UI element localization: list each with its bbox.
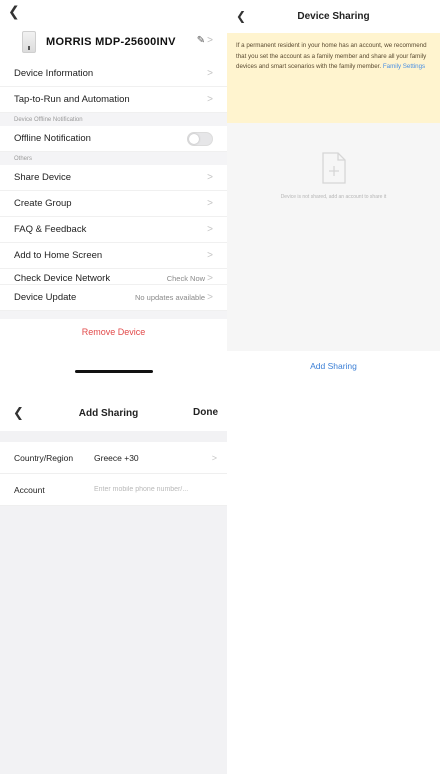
row-label: Add to Home Screen [14, 250, 103, 261]
offline-notification-toggle[interactable] [187, 131, 213, 146]
country-region-row[interactable]: Country/Region Greece +30 > [0, 442, 227, 474]
country-label: Country/Region [14, 452, 74, 463]
back-chevron-icon[interactable]: ❮ [13, 405, 24, 421]
row-label: Tap-to-Run and Automation [14, 94, 130, 105]
device-sharing-screen: ❮ Device Sharing If a permanent resident… [227, 0, 440, 380]
nav-bar: ❮ Device Sharing [227, 0, 440, 33]
row-device-information[interactable]: Device Information > [0, 61, 227, 87]
done-button[interactable]: Done [193, 407, 218, 418]
add-sharing-screen: ❮ Add Sharing Done Country/Region Greece… [0, 395, 227, 774]
row-label: FAQ & Feedback [14, 224, 87, 235]
add-sharing-button[interactable]: Add Sharing [227, 351, 440, 380]
row-value: No updates available > [135, 292, 213, 303]
device-settings-screen: ❮ MORRIS MDP-25600INV ✎ > Device Informat… [0, 0, 227, 380]
settings-list: Device Information > Tap-to-Run and Auto… [0, 61, 227, 345]
pencil-icon: ✎ [196, 35, 206, 46]
chevron-right-icon: > [207, 224, 213, 235]
country-value: Greece +30 [94, 452, 139, 463]
row-value: Check Now > [166, 273, 213, 284]
section-header-others: Others [0, 152, 227, 165]
row-offline-notification: Offline Notification [0, 126, 227, 152]
row-tap-to-run[interactable]: Tap-to-Run and Automation > [0, 87, 227, 113]
account-row: Account [0, 474, 227, 506]
chevron-right-icon: > [207, 68, 213, 79]
family-settings-link[interactable]: Family Settings [383, 63, 425, 70]
remove-device-button[interactable]: Remove Device [0, 319, 227, 345]
page-title: Device Sharing [297, 11, 370, 22]
chevron-right-icon: > [207, 198, 213, 209]
document-icon [322, 152, 346, 184]
account-label: Account [14, 484, 45, 495]
row-label: Create Group [14, 198, 72, 209]
row-label: Share Device [14, 172, 72, 183]
chevron-right-icon: > [207, 250, 213, 261]
toggle-knob [189, 133, 199, 144]
device-thumbnail [22, 31, 36, 53]
row-label: Offline Notification [14, 133, 91, 144]
account-input[interactable] [94, 486, 226, 493]
row-label: Device Update [14, 292, 77, 303]
chevron-right-icon: > [207, 35, 213, 46]
row-faq-feedback[interactable]: FAQ & Feedback > [0, 217, 227, 243]
chevron-right-icon: > [211, 452, 217, 463]
home-indicator [75, 370, 153, 373]
share-form: Country/Region Greece +30 > Account [0, 442, 227, 506]
row-label: Check Device Network [14, 273, 111, 284]
page-title: Add Sharing [78, 407, 139, 419]
row-create-group[interactable]: Create Group > [0, 191, 227, 217]
row-device-update[interactable]: Device Update No updates available > [0, 285, 227, 311]
section-gap [0, 311, 227, 319]
chevron-right-icon: > [207, 94, 213, 105]
back-chevron-icon[interactable]: ❮ [236, 9, 246, 23]
nav-bar: ❮ Add Sharing Done [0, 395, 227, 431]
back-chevron-icon[interactable]: ❮ [8, 3, 20, 20]
device-header[interactable]: MORRIS MDP-25600INV ✎ > [0, 26, 227, 58]
row-label: Device Information [14, 68, 94, 79]
family-notice: If a permanent resident in your home has… [227, 33, 440, 123]
row-share-device[interactable]: Share Device > [0, 165, 227, 191]
row-check-device-network[interactable]: Check Device Network Check Now > [0, 269, 227, 285]
edit-name-button[interactable]: ✎ > [197, 35, 213, 46]
device-name: MORRIS MDP-25600INV [46, 36, 176, 48]
row-add-to-home-screen[interactable]: Add to Home Screen > [0, 243, 227, 269]
chevron-right-icon: > [207, 172, 213, 183]
empty-state-text: Device is not shared, add an account to … [280, 194, 387, 200]
section-header-offline: Device Offline Notification [0, 113, 227, 126]
